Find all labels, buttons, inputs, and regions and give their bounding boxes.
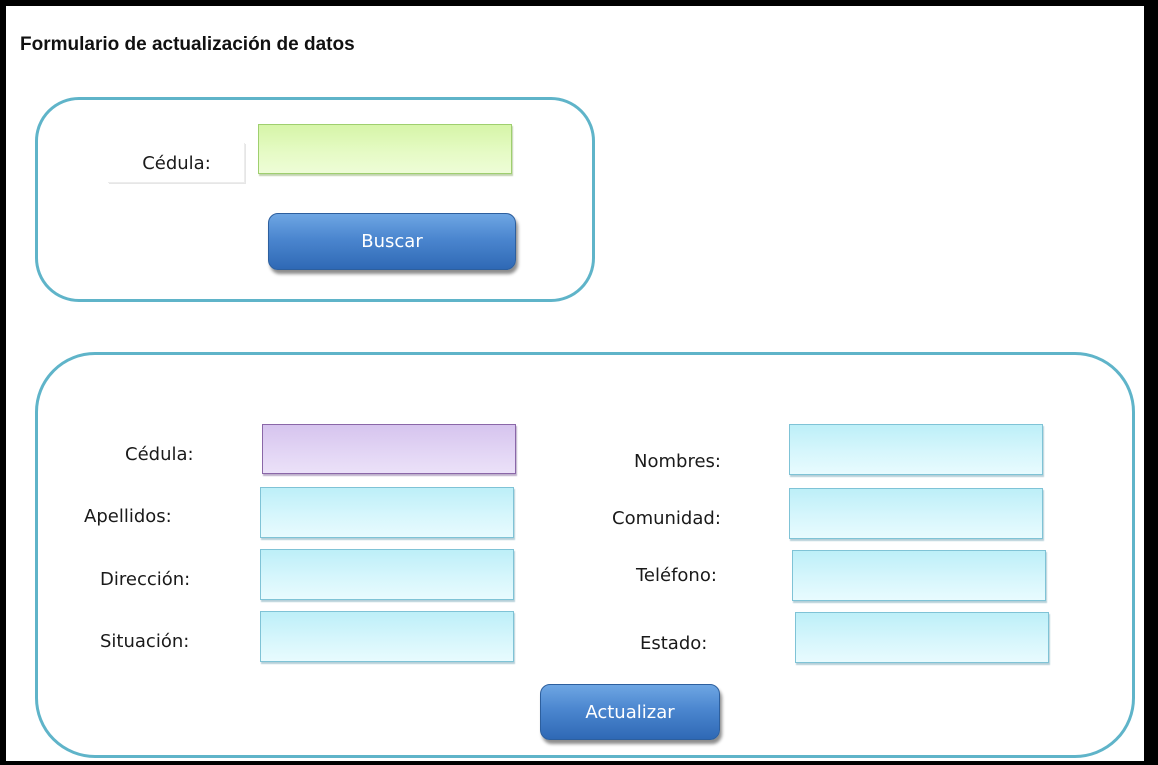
form-title: Formulario de actualización de datos bbox=[20, 34, 355, 55]
search-cedula-input[interactable] bbox=[258, 124, 512, 174]
search-button[interactable]: Buscar bbox=[268, 213, 516, 270]
update-button[interactable]: Actualizar bbox=[540, 684, 720, 740]
situacion-label: Situación: bbox=[100, 631, 190, 652]
nombres-field[interactable] bbox=[789, 424, 1043, 475]
cedula-field[interactable] bbox=[262, 424, 516, 474]
telefono-field[interactable] bbox=[792, 550, 1046, 601]
comunidad-field[interactable] bbox=[789, 488, 1043, 539]
nombres-label: Nombres: bbox=[634, 451, 721, 472]
direccion-label: Dirección: bbox=[100, 569, 191, 590]
telefono-label: Teléfono: bbox=[636, 565, 717, 586]
comunidad-label: Comunidad: bbox=[612, 508, 721, 529]
search-cedula-label: Cédula: bbox=[142, 152, 211, 174]
estado-field[interactable] bbox=[795, 612, 1049, 663]
situacion-field[interactable] bbox=[260, 611, 514, 662]
apellidos-field[interactable] bbox=[260, 487, 514, 538]
search-cedula-label-box: Cédula: bbox=[108, 143, 245, 183]
estado-label: Estado: bbox=[640, 633, 708, 654]
apellidos-label: Apellidos: bbox=[84, 506, 172, 527]
direccion-field[interactable] bbox=[260, 549, 514, 600]
cedula-label: Cédula: bbox=[125, 444, 194, 465]
